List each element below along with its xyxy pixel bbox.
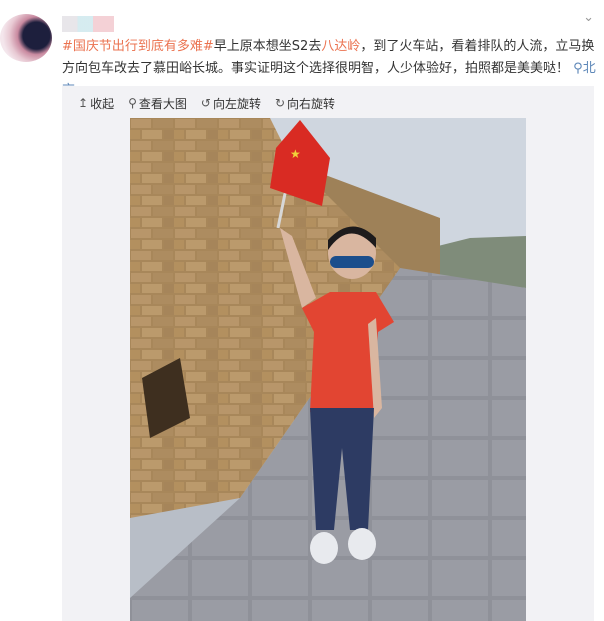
view-large-label: 查看大图 bbox=[138, 96, 187, 111]
photo-illustration: ★ bbox=[130, 118, 526, 621]
rotate-right-icon: ↻ bbox=[274, 96, 286, 110]
hashtag-link[interactable]: #国庆节出行到底有多难# bbox=[62, 39, 214, 54]
post-text-part: 早上原本想坐S2去 bbox=[213, 39, 322, 54]
post-photo[interactable]: ★ bbox=[130, 118, 526, 621]
rotate-left-icon: ↺ bbox=[200, 96, 211, 110]
media-card: ↥ 收起 ⚲ 查看大图 ↺ 向左旋转 ↻ 向右旋转 ★ bbox=[62, 86, 594, 621]
shoe-right bbox=[348, 528, 376, 560]
collapse-button[interactable]: ↥ 收起 bbox=[78, 95, 114, 112]
image-toolbar: ↥ 收起 ⚲ 查看大图 ↺ 向左旋转 ↻ 向右旋转 bbox=[78, 94, 335, 112]
location-pin-icon: ⚲ bbox=[573, 61, 583, 76]
more-menu-icon[interactable]: ⌄ bbox=[583, 10, 594, 25]
place-link[interactable]: 八达岭 bbox=[321, 39, 360, 54]
rotate-left-label: 向左旋转 bbox=[212, 96, 261, 111]
rotate-right-label: 向右旋转 bbox=[287, 96, 336, 111]
avatar[interactable] bbox=[0, 14, 52, 62]
sunglasses bbox=[330, 256, 374, 268]
shoe-left bbox=[310, 532, 338, 564]
view-large-button[interactable]: ⚲ 查看大图 bbox=[128, 95, 187, 112]
rotate-right-button[interactable]: ↻ 向右旋转 bbox=[275, 95, 335, 112]
magnifier-icon: ⚲ bbox=[128, 96, 137, 110]
username[interactable] bbox=[62, 16, 114, 32]
rotate-left-button[interactable]: ↺ 向左旋转 bbox=[201, 95, 261, 112]
svg-text:★: ★ bbox=[290, 147, 301, 161]
collapse-label: 收起 bbox=[90, 96, 115, 111]
collapse-icon: ↥ bbox=[78, 96, 89, 110]
